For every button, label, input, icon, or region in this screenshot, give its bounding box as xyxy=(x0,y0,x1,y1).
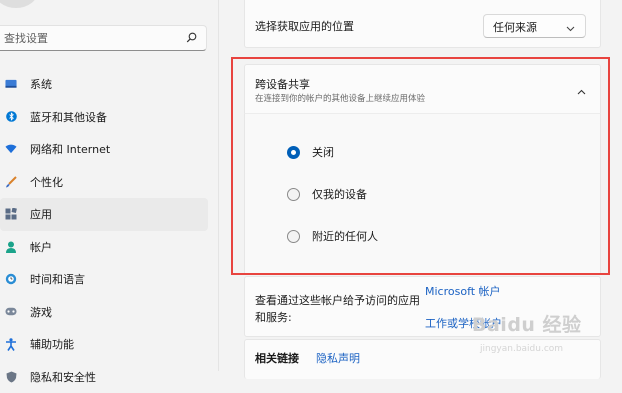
radio-everyone-nearby[interactable]: 附近的任何人 xyxy=(287,228,378,244)
sidebar-item-label: 个性化 xyxy=(30,174,63,190)
sidebar-item-label: 时间和语言 xyxy=(30,271,85,287)
sidebar-item-accounts[interactable]: 帐户 xyxy=(0,231,210,264)
chevron-up-icon[interactable] xyxy=(577,85,586,98)
app-source-label: 选择获取应用的位置 xyxy=(255,18,354,34)
share-options-panel: 关闭 仅我的设备 附近的任何人 xyxy=(244,114,601,274)
search-box[interactable] xyxy=(0,25,207,51)
apps-icon xyxy=(5,208,17,220)
sidebar-item-privacy[interactable]: 隐私和安全性 xyxy=(0,361,210,393)
wifi-icon xyxy=(5,143,17,155)
watermark: Baidu 经验 xyxy=(472,310,582,337)
microsoft-account-link[interactable]: Microsoft 帐户 xyxy=(425,283,501,299)
sidebar-item-accessibility[interactable]: 辅助功能 xyxy=(0,328,210,361)
sidebar-item-label: 蓝牙和其他设备 xyxy=(30,109,107,125)
sidebar-item-system[interactable]: 系统 xyxy=(0,68,210,101)
share-across-devices-header[interactable]: 跨设备共享 在连接到你的帐户的其他设备上继续应用体验 xyxy=(244,64,601,114)
sidebar-item-label: 隐私和安全性 xyxy=(30,369,96,385)
app-source-value: 任何来源 xyxy=(493,19,537,35)
chevron-down-icon xyxy=(566,22,575,35)
sidebar-item-apps[interactable]: 应用 xyxy=(0,198,208,231)
sidebar-item-label: 应用 xyxy=(30,206,52,222)
person-icon xyxy=(5,241,17,253)
sidebar-nav: 系统 蓝牙和其他设备 网络和 Internet 个性化 应用 帐户 时间和语 xyxy=(0,68,210,393)
brush-icon xyxy=(5,176,17,188)
share-across-devices-section: 跨设备共享 在连接到你的帐户的其他设备上继续应用体验 关闭 仅我的设备 附近的任… xyxy=(244,64,601,274)
accessibility-icon xyxy=(5,338,17,350)
radio-off[interactable]: 关闭 xyxy=(287,144,334,160)
shield-icon xyxy=(5,371,17,383)
sidebar-item-time-language[interactable]: 时间和语言 xyxy=(0,263,210,296)
monitor-icon xyxy=(5,78,17,90)
app-source-card: 选择获取应用的位置 任何来源 xyxy=(244,0,601,48)
globe-clock-icon xyxy=(5,273,17,285)
privacy-statement-link[interactable]: 隐私声明 xyxy=(316,350,360,366)
radio-button[interactable] xyxy=(287,230,300,243)
sidebar-item-personalization[interactable]: 个性化 xyxy=(0,166,210,199)
accounts-description: 查看通过这些帐户给予访问的应用和服务: xyxy=(255,292,430,326)
share-title: 跨设备共享 xyxy=(255,76,310,92)
share-subtitle: 在连接到你的帐户的其他设备上继续应用体验 xyxy=(255,92,425,104)
radio-label: 附近的任何人 xyxy=(312,228,378,244)
search-icon[interactable] xyxy=(186,32,197,46)
gamepad-icon xyxy=(5,306,17,318)
watermark-url: jingyan.baidu.com xyxy=(480,344,563,354)
sidebar-divider xyxy=(218,0,219,371)
app-source-dropdown[interactable]: 任何来源 xyxy=(483,14,586,38)
radio-label: 仅我的设备 xyxy=(312,186,367,202)
sidebar-item-label: 网络和 Internet xyxy=(30,141,110,157)
sidebar-item-label: 辅助功能 xyxy=(30,336,74,352)
sidebar-item-bluetooth[interactable]: 蓝牙和其他设备 xyxy=(0,101,210,134)
sidebar-item-label: 游戏 xyxy=(30,304,52,320)
sidebar-item-label: 帐户 xyxy=(30,239,52,255)
sidebar-item-label: 系统 xyxy=(30,76,52,92)
radio-label: 关闭 xyxy=(312,144,334,160)
bluetooth-icon xyxy=(5,111,17,123)
related-links-title: 相关链接 xyxy=(255,350,299,366)
radio-button[interactable] xyxy=(287,188,300,201)
radio-button[interactable] xyxy=(287,146,300,159)
sidebar-item-network[interactable]: 网络和 Internet xyxy=(0,133,210,166)
sidebar-item-gaming[interactable]: 游戏 xyxy=(0,296,210,329)
avatar[interactable] xyxy=(0,0,38,8)
search-input[interactable] xyxy=(4,30,174,46)
radio-my-devices[interactable]: 仅我的设备 xyxy=(287,186,367,202)
